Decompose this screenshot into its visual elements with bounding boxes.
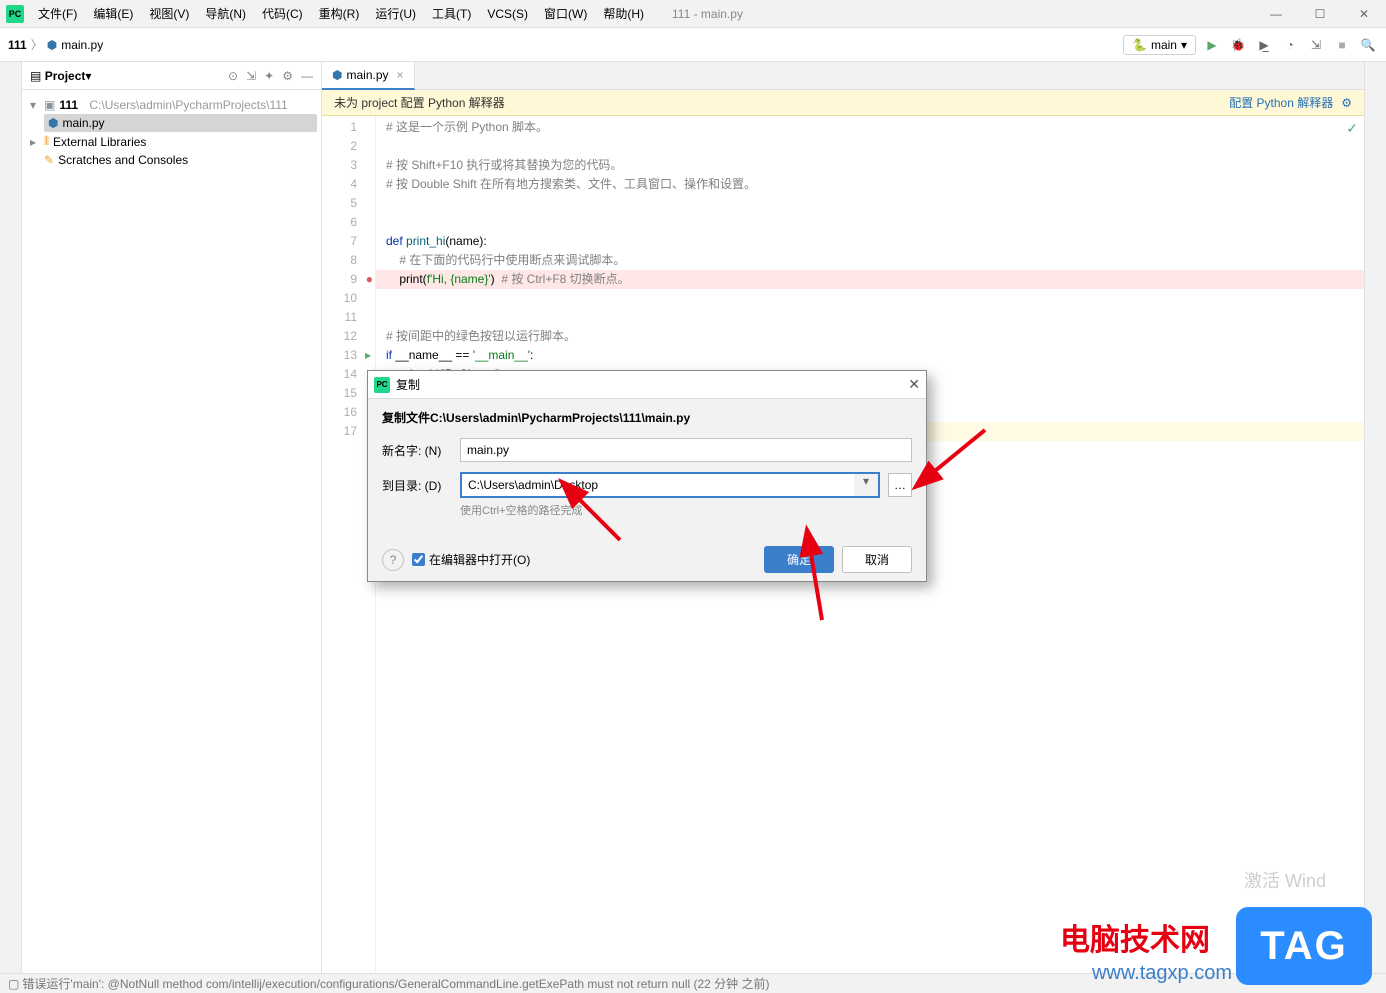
python-icon: 🐍 xyxy=(1132,38,1147,52)
search-everywhere-button[interactable]: 🔍 xyxy=(1358,35,1378,55)
menu-code[interactable]: 代码(C) xyxy=(254,0,311,28)
profile-button[interactable]: ◔ xyxy=(1280,35,1300,55)
run-config-name: main xyxy=(1151,38,1177,52)
python-file-icon: ⬢ xyxy=(48,116,58,130)
library-icon: ⫴ xyxy=(44,134,49,149)
banner-settings-gear-icon[interactable]: ⚙ xyxy=(1341,96,1352,110)
project-root-node[interactable]: ▾ ▣ 111 C:\Users\admin\PycharmProjects\1… xyxy=(26,96,317,114)
maximize-button[interactable]: ☐ xyxy=(1298,0,1342,28)
left-tool-stripe[interactable] xyxy=(0,62,22,973)
run-button[interactable]: ▶ xyxy=(1202,35,1222,55)
scratches-icon: ✎ xyxy=(44,153,54,167)
folder-icon: ▤ xyxy=(30,69,41,83)
site-watermark-cn: 电脑技术网 xyxy=(1060,915,1210,959)
close-tab-icon[interactable]: × xyxy=(397,68,404,82)
editor-tab-main-py[interactable]: ⬢ main.py × xyxy=(322,62,415,90)
main-menu: 文件(F) 编辑(E) 视图(V) 导航(N) 代码(C) 重构(R) 运行(U… xyxy=(30,0,652,28)
status-square-icon[interactable]: ▢ xyxy=(8,977,19,991)
site-watermark-url: www.tagxp.com xyxy=(1092,962,1232,985)
tab-label: main.py xyxy=(346,68,388,82)
menu-view[interactable]: 视图(V) xyxy=(141,0,197,28)
dialog-close-icon[interactable]: ✕ xyxy=(908,376,920,393)
menu-navigate[interactable]: 导航(N) xyxy=(197,0,254,28)
configure-interpreter-link[interactable]: 配置 Python 解释器 xyxy=(1229,94,1333,111)
dir-dropdown-icon[interactable]: ▾ xyxy=(854,474,878,496)
dialog-title: 复制 xyxy=(396,376,420,393)
project-panel-title[interactable]: Project xyxy=(45,69,86,83)
copy-file-dialog: PC 复制 ✕ 复制文件C:\Users\admin\PycharmProjec… xyxy=(367,370,927,582)
scratches-node[interactable]: ✎ Scratches and Consoles xyxy=(26,151,317,169)
pycharm-icon: PC xyxy=(374,377,390,393)
status-text: 错误运行'main': @NotNull method com/intellij… xyxy=(22,975,769,992)
collapse-all-icon[interactable]: ✦ xyxy=(264,69,274,83)
menu-tools[interactable]: 工具(T) xyxy=(424,0,479,28)
new-name-input[interactable] xyxy=(460,438,912,462)
minimize-button[interactable]: — xyxy=(1254,0,1298,28)
tree-file-label: main.py xyxy=(62,116,104,130)
menu-run[interactable]: 运行(U) xyxy=(367,0,424,28)
project-root-label: 111 xyxy=(59,98,78,112)
scratches-label: Scratches and Consoles xyxy=(58,153,188,167)
new-name-label: 新名字: (N) xyxy=(382,442,452,459)
right-tool-stripe[interactable] xyxy=(1364,62,1386,973)
external-libraries-node[interactable]: ▸ ⫴ External Libraries xyxy=(26,132,317,151)
ok-button[interactable]: 确定 xyxy=(764,546,834,573)
tree-file-main-py[interactable]: ⬢ main.py xyxy=(44,114,317,132)
attach-button[interactable]: ⇲ xyxy=(1306,35,1326,55)
python-file-icon: ⬢ xyxy=(332,68,342,82)
menu-window[interactable]: 窗口(W) xyxy=(536,0,595,28)
close-button[interactable]: ✕ xyxy=(1342,0,1386,28)
dir-hint: 使用Ctrl+空格的路径完成 xyxy=(460,502,912,518)
menu-refactor[interactable]: 重构(R) xyxy=(311,0,368,28)
banner-text: 未为 project 配置 Python 解释器 xyxy=(334,94,505,111)
breadcrumb: 111 〉 ⬢ main.py xyxy=(8,36,103,53)
open-in-editor-checkbox[interactable] xyxy=(412,553,425,566)
locate-icon[interactable]: ⊙ xyxy=(228,69,238,83)
python-file-icon: ⬢ xyxy=(47,38,57,52)
settings-gear-icon[interactable]: ⚙ xyxy=(282,69,293,83)
debug-button[interactable]: 🐞 xyxy=(1228,35,1248,55)
to-dir-input[interactable] xyxy=(462,474,854,496)
run-with-coverage-button[interactable]: ▶̲ xyxy=(1254,35,1274,55)
folder-icon: ▣ xyxy=(44,98,55,112)
hide-panel-icon[interactable]: — xyxy=(301,69,313,83)
run-gutter-line-13[interactable]: 13 xyxy=(322,346,375,365)
stop-button[interactable]: ■ xyxy=(1332,35,1352,55)
menu-help[interactable]: 帮助(H) xyxy=(595,0,652,28)
window-title: 111 - main.py xyxy=(672,7,743,21)
chevron-down-icon: ▾ xyxy=(1181,38,1187,52)
breakpoint-line-9[interactable]: 9 xyxy=(322,270,375,289)
breadcrumb-file[interactable]: main.py xyxy=(61,38,103,52)
tag-badge: TAG xyxy=(1236,907,1372,985)
expand-all-icon[interactable]: ⇲ xyxy=(246,69,256,83)
cancel-button[interactable]: 取消 xyxy=(842,546,912,573)
browse-dir-button[interactable]: … xyxy=(888,473,912,497)
activate-windows-watermark: 激活 Wind xyxy=(1244,867,1326,893)
inspection-ok-icon[interactable]: ✓ xyxy=(1346,120,1358,137)
run-config-selector[interactable]: 🐍 main ▾ xyxy=(1123,35,1196,55)
to-dir-label: 到目录: (D) xyxy=(382,477,452,494)
dialog-source-path: 复制文件C:\Users\admin\PycharmProjects\111\m… xyxy=(382,409,912,426)
chevron-down-icon[interactable]: ▾ xyxy=(85,69,91,83)
pycharm-app-icon: PC xyxy=(6,5,24,23)
external-libraries-label: External Libraries xyxy=(53,135,146,149)
menu-file[interactable]: 文件(F) xyxy=(30,0,85,28)
interpreter-banner: 未为 project 配置 Python 解释器 配置 Python 解释器 ⚙ xyxy=(322,90,1364,116)
help-button[interactable]: ? xyxy=(382,549,404,571)
project-root-path: C:\Users\admin\PycharmProjects\111 xyxy=(89,98,287,112)
open-in-editor-label: 在编辑器中打开(O) xyxy=(429,551,530,568)
menu-vcs[interactable]: VCS(S) xyxy=(479,0,536,28)
menu-edit[interactable]: 编辑(E) xyxy=(85,0,141,28)
breadcrumb-project[interactable]: 111 xyxy=(8,38,27,52)
